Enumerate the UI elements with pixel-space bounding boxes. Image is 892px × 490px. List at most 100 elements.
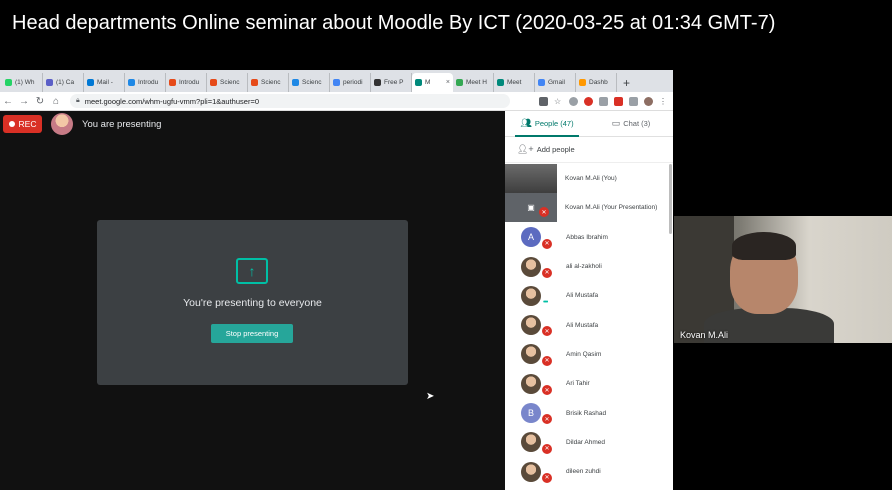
browser-tab[interactable]: Free P — [371, 73, 412, 92]
participant-name: dileen zuhdi — [566, 468, 601, 476]
browser-tab[interactable]: Meet — [494, 73, 535, 92]
tab-people[interactable]: 👥︎ People (47) — [505, 111, 589, 137]
avatar — [521, 256, 541, 277]
avatar — [521, 461, 541, 482]
tab-label: (1) Wh — [15, 79, 35, 86]
reload-icon[interactable]: ↻ — [32, 96, 48, 107]
avatar: A — [521, 227, 541, 248]
list-item[interactable]: ••• Ali Mustafa — [505, 281, 673, 310]
tab-label: Mail - — [97, 79, 113, 86]
browser-window: (1) Wh (1) Ca Mail - Introdu Introdu Scienc Sc… — [0, 70, 673, 490]
star-icon[interactable]: ☆ — [554, 97, 563, 106]
people-tab-label: People (47) — [534, 119, 574, 128]
mic-off-icon: ✕ — [542, 326, 552, 337]
close-icon[interactable]: × — [446, 79, 450, 86]
tab-label: Gmail — [548, 79, 565, 86]
browser-tab[interactable]: Introdu — [125, 73, 166, 92]
mic-off-icon: ✕ — [542, 385, 552, 396]
forward-icon[interactable]: → — [16, 96, 32, 107]
webcam-feed: Kovan M.Ali — [674, 216, 892, 343]
extension-icon[interactable] — [569, 96, 578, 106]
avatar: B — [521, 403, 541, 424]
url-input[interactable]: 🔒︎ meet.google.com/whm-ugfu-vmm?pli=1&au… — [70, 94, 510, 108]
browser-tab[interactable]: Mail - — [84, 73, 125, 92]
browser-tab[interactable]: (1) Wh — [2, 73, 43, 92]
present-screen-icon: ↑ — [236, 258, 268, 284]
list-item[interactable]: ✕ Ari Tahir — [505, 369, 673, 398]
panel-scrollbar[interactable] — [669, 164, 672, 234]
tab-label: Meet H — [466, 79, 487, 86]
meet-stage: REC You are presenting ↑ You're presenti… — [0, 111, 505, 490]
favicon-icon — [497, 79, 504, 86]
favicon-icon — [46, 79, 53, 86]
tab-label: Scienc — [302, 79, 322, 86]
browser-tab[interactable]: Gmail — [535, 73, 576, 92]
participant-name: Amin Qasim — [566, 350, 602, 358]
avatar — [51, 113, 73, 135]
favicon-icon — [128, 79, 135, 86]
favicon-icon — [5, 79, 12, 86]
browser-tab[interactable]: Scienc — [289, 73, 330, 92]
cast-icon[interactable] — [599, 96, 608, 106]
list-item[interactable]: ✕ ali al-zakholi — [505, 252, 673, 281]
avatar — [521, 373, 541, 394]
browser-tab[interactable]: Scienc — [248, 73, 289, 92]
participant-name: Dildar Ahmed — [566, 438, 606, 446]
mic-off-icon: ✕ — [542, 443, 552, 454]
browser-tab[interactable]: Introdu — [166, 73, 207, 92]
mouse-cursor-icon: ➤ — [426, 391, 435, 402]
new-tab-button[interactable]: + — [623, 73, 630, 92]
browser-tab[interactable]: Scienc — [207, 73, 248, 92]
browser-tab[interactable]: (1) Ca — [43, 73, 84, 92]
favicon-icon — [333, 79, 340, 86]
record-extension-icon[interactable] — [584, 96, 593, 106]
tab-chat[interactable]: ▭ Chat (3) — [589, 111, 673, 136]
chat-icon: ▭ — [611, 118, 621, 128]
avatar — [521, 315, 541, 336]
screen-icon[interactable] — [629, 96, 638, 106]
list-item[interactable]: B ✕ Brisik Rashad — [505, 398, 673, 427]
favicon-icon — [169, 79, 176, 86]
list-item[interactable]: ✕ dileen zuhdi — [505, 457, 673, 486]
add-people-label: Add people — [536, 145, 575, 154]
presenting-message: You're presenting to everyone — [183, 297, 322, 309]
browser-tab[interactable]: Dashb — [576, 73, 617, 92]
tab-label: Scienc — [261, 79, 281, 86]
list-item[interactable]: Kovan M.Ali (You) — [505, 164, 673, 194]
tab-label: (1) Ca — [56, 79, 75, 86]
stop-presenting-button[interactable]: Stop presenting — [211, 324, 293, 343]
profile-avatar[interactable] — [644, 96, 653, 106]
tab-label: Introdu — [138, 79, 159, 86]
menu-icon[interactable]: ⋮ — [659, 97, 667, 106]
url-text: meet.google.com/whm-ugfu-vmm?pli=1&authu… — [84, 96, 259, 106]
add-people-button[interactable]: 👤︎+ Add people — [505, 137, 673, 163]
tab-label: Dashb — [589, 79, 608, 86]
browser-tab[interactable]: periodi — [330, 73, 371, 92]
camera-icon[interactable] — [539, 96, 548, 106]
home-icon[interactable]: ⌂ — [48, 96, 64, 107]
people-icon: 👥︎ — [520, 118, 532, 128]
participants-panel: 👥︎ People (47) ▭ Chat (3) 👤︎+ Add people… — [505, 111, 673, 490]
record-dot-icon — [8, 121, 15, 127]
favicon-icon — [292, 79, 299, 86]
avatar — [505, 164, 557, 194]
adblock-icon[interactable] — [614, 96, 623, 106]
browser-tab[interactable]: M × — [412, 73, 453, 92]
avatar: ▣ — [505, 193, 557, 223]
list-item[interactable]: ▣ ✕ Kovan M.Ali (Your Presentation) — [505, 193, 673, 223]
favicon-icon — [251, 79, 258, 86]
list-item[interactable]: A ✕ Abbas Ibrahim — [505, 223, 673, 252]
participant-name: Kovan M.Ali (You) — [565, 175, 617, 183]
browser-tab[interactable]: Meet H — [453, 73, 494, 92]
rec-badge: REC — [3, 115, 42, 133]
list-item[interactable]: ✕ Amin Qasim — [505, 340, 673, 369]
webcam-name-label: Kovan M.Ali — [680, 330, 729, 340]
lock-icon: 🔒︎ — [76, 97, 80, 104]
favicon-icon — [210, 79, 217, 86]
list-item[interactable]: ✕ Ali Mustafa — [505, 310, 673, 339]
list-item[interactable]: ✕ Dildar Ahmed — [505, 428, 673, 457]
participant-name: Ari Tahir — [566, 380, 590, 388]
mic-off-icon: ✕ — [542, 267, 552, 278]
avatar — [521, 344, 541, 365]
back-icon[interactable]: ← — [0, 96, 16, 107]
